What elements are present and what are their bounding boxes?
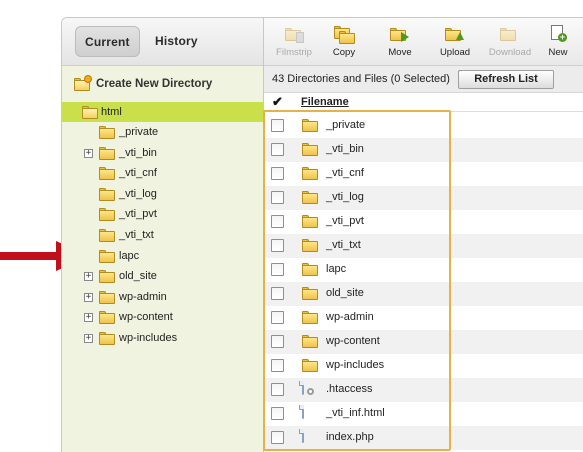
folder-icon: [99, 167, 115, 181]
new-folder-icon: [72, 75, 94, 93]
expand-icon[interactable]: +: [84, 292, 93, 302]
tree-node[interactable]: + wp-admin: [62, 287, 264, 308]
tree-node[interactable]: + _vti_bin: [62, 143, 264, 164]
upload-label: Upload: [439, 47, 471, 58]
filename-column-header[interactable]: Filename: [301, 96, 349, 108]
upload-icon: [444, 24, 466, 44]
expand-icon[interactable]: +: [84, 333, 93, 343]
copy-button[interactable]: Copy: [316, 24, 372, 58]
tree-node-label: _vti_cnf: [119, 167, 157, 180]
directory-tree: html _private + _vti_bin _vti_cnf _vti_log _vt…: [62, 102, 264, 349]
copy-label: Copy: [332, 47, 356, 58]
tree-node-label: _vti_pvt: [119, 208, 157, 221]
create-new-directory-label: Create New Directory: [96, 78, 213, 90]
move-button[interactable]: Move: [372, 24, 428, 58]
tree-node-label: wp-admin: [119, 290, 167, 303]
tab-current[interactable]: Current: [75, 26, 140, 57]
tree-node-root[interactable]: html: [62, 102, 264, 122]
tree-node[interactable]: + wp-content: [62, 307, 264, 328]
filmstrip-icon: [283, 24, 305, 44]
tree-node[interactable]: _vti_pvt: [62, 204, 264, 225]
folder-icon: [99, 331, 115, 345]
expand-icon[interactable]: +: [84, 272, 93, 282]
tree-node[interactable]: lapc: [62, 246, 264, 267]
filmstrip-label: Filmstrip: [276, 47, 312, 58]
directory-sidebar: Current History Create New Directory htm…: [62, 18, 264, 452]
move-icon: [389, 24, 411, 44]
new-file-icon: +: [547, 24, 569, 44]
folder-icon: [99, 270, 115, 284]
folder-open-icon: [82, 106, 98, 119]
tree-node-label: old_site: [119, 270, 157, 283]
folder-icon: [99, 290, 115, 304]
upload-button[interactable]: Upload: [427, 24, 483, 58]
tree-node-label: _private: [119, 126, 159, 138]
create-new-directory-link[interactable]: Create New Directory: [72, 74, 212, 94]
folder-icon: [99, 208, 115, 222]
refresh-list-button[interactable]: Refresh List: [458, 70, 554, 89]
download-label: Download: [488, 47, 532, 58]
expand-icon[interactable]: +: [84, 148, 93, 158]
folder-icon: [99, 146, 115, 160]
tree-node-label: html: [101, 106, 122, 118]
tree-node-label: lapc: [119, 249, 140, 262]
select-all-checkmark-icon[interactable]: ✔: [272, 95, 283, 108]
tree-node-label: _vti_log: [119, 187, 157, 200]
download-button[interactable]: Download: [482, 24, 538, 58]
folder-icon: [99, 187, 115, 201]
folder-icon: [99, 126, 115, 139]
view-tabs: Current History: [62, 18, 263, 66]
new-button[interactable]: + New: [532, 24, 583, 58]
tree-node[interactable]: _vti_log: [62, 184, 264, 205]
tree-node-label: _vti_bin: [119, 146, 157, 159]
tree-node[interactable]: _vti_cnf: [62, 163, 264, 184]
toolbar: Filmstrip Copy Move Upload Download + Ne…: [264, 18, 583, 66]
copy-icon: [333, 24, 355, 44]
folder-icon: [99, 249, 115, 263]
tab-history[interactable]: History: [146, 26, 207, 57]
tree-node[interactable]: + old_site: [62, 266, 264, 287]
filmstrip-button[interactable]: Filmstrip: [266, 24, 322, 58]
new-label: New: [548, 47, 568, 58]
download-icon: [499, 24, 521, 44]
tree-node[interactable]: + wp-includes: [62, 328, 264, 349]
annotation-highlight-box: [263, 110, 451, 451]
tree-node-label: wp-content: [119, 311, 173, 324]
tree-node-label: _vti_txt: [119, 228, 154, 241]
tree-node-label: wp-includes: [119, 331, 178, 344]
folder-icon: [99, 311, 115, 325]
tree-node[interactable]: _vti_txt: [62, 225, 264, 246]
tree-node[interactable]: _private: [62, 122, 264, 143]
file-count-status: 43 Directories and Files (0 Selected): [272, 73, 450, 85]
folder-icon: [99, 228, 115, 242]
move-label: Move: [388, 47, 412, 58]
expand-icon[interactable]: +: [84, 313, 93, 323]
status-bar: 43 Directories and Files (0 Selected) Re…: [264, 66, 583, 93]
